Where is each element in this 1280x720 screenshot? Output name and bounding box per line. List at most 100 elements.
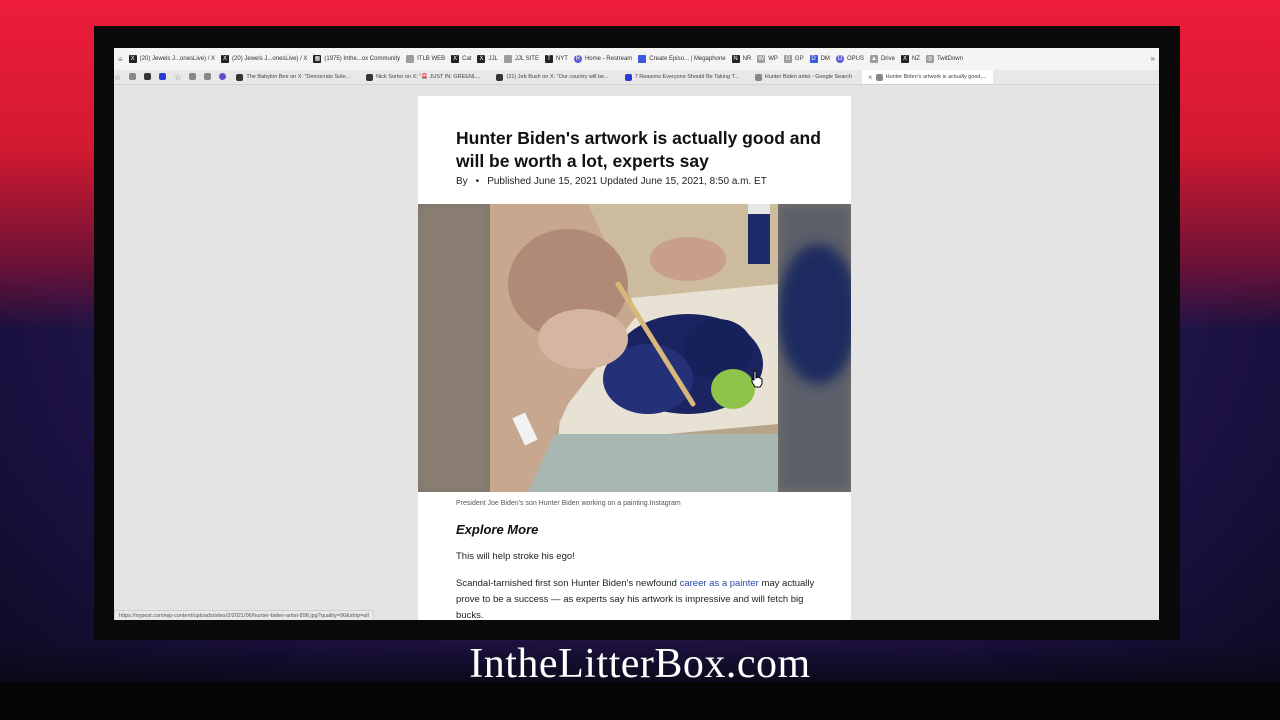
bookmark-label: NR: [742, 56, 752, 62]
tab-google-search[interactable]: Hunter Biden artist - Google Search: [749, 73, 858, 81]
bookmark-label: GP: [794, 56, 804, 62]
bookmark-item[interactable]: X (20) Jewels J...onesLive) / X: [128, 55, 216, 63]
bookmarks-overflow-icon[interactable]: »: [1151, 54, 1155, 63]
nypost-icon: [875, 73, 883, 81]
tab-label: 7 Reasons Everyone Should Be Taking T...: [634, 74, 739, 80]
bookmark-label: JJL SITE: [514, 56, 539, 62]
browser-window: ≡ X (20) Jewels J...onesLive) / X X (20) J…: [114, 48, 1159, 620]
x-icon: [496, 73, 504, 81]
bookmark-item[interactable]: Create Episo... | Megaphone: [638, 55, 726, 63]
bookmark-label: Drive: [880, 56, 895, 62]
tab-strip: ☆ ☆ The Babylon Bee on X: "Democrats Sol…: [114, 70, 1159, 85]
x-icon: X: [128, 55, 137, 63]
bookmark-item[interactable]: X (20) Jewels J...onesLive) / X: [221, 55, 307, 63]
grid-icon: ▦: [313, 55, 322, 63]
x-icon: X: [451, 55, 460, 63]
bookmark-label: DM: [820, 56, 830, 62]
bookmark-label: NZ: [911, 56, 920, 62]
tab-nick-sortor[interactable]: Nick Sortor on X: "🚨 JUST IN: GREENL...: [360, 73, 486, 81]
tab-label: Hunter Biden artist - Google Search: [764, 74, 852, 80]
bookmark-label: Create Episo... | Megaphone: [649, 56, 726, 62]
tab-label: (21) Jeb Bush on X: "Our country will be…: [506, 74, 609, 80]
bookmark-label: NYT: [555, 56, 568, 62]
tab-hunter-article[interactable]: × Hunter Biden's artwork is actually good…: [861, 70, 993, 84]
tab-label: The Babylon Bee on X: "Democrats Sole...: [246, 74, 351, 80]
star-icon[interactable]: ☆: [174, 73, 181, 82]
bookmark-label: (20) Jewels J...onesLive) / X: [232, 56, 308, 62]
bookmark-label: OPUS: [846, 56, 864, 62]
bookmark-label: (1975) Inthe...ox Community: [324, 56, 401, 62]
bookmark-label: WP: [768, 56, 778, 62]
bookmark-label: ITLB WEB: [417, 56, 446, 62]
site-watermark: IntheLitterBox.com: [469, 641, 811, 687]
mail-icon[interactable]: [189, 72, 197, 80]
cat-icon: [503, 55, 512, 63]
pinned-tabs: ☆ ☆: [114, 72, 227, 82]
globe-icon: ◎: [925, 55, 934, 63]
cat-icon: [406, 55, 415, 63]
bookmark-item[interactable]: X NZ: [900, 55, 920, 63]
x-icon[interactable]: [144, 72, 152, 80]
bookmark-item[interactable]: N NR: [731, 55, 752, 63]
bookmark-item[interactable]: R Home - Restream: [573, 55, 633, 63]
opus-icon: O: [835, 55, 844, 63]
r-icon[interactable]: [219, 72, 227, 80]
bookmark-item[interactable]: ▦ (1975) Inthe...ox Community: [313, 55, 400, 63]
image-caption: President Joe Biden's son Hunter Biden w…: [456, 500, 681, 507]
close-icon[interactable]: ×: [868, 73, 873, 82]
google-icon: [754, 73, 762, 81]
bookmark-item[interactable]: JJL SITE: [503, 55, 539, 63]
x-icon: X: [221, 55, 230, 63]
bookmark-item[interactable]: D DM: [809, 55, 830, 63]
bookmark-item[interactable]: X Cat: [451, 55, 471, 63]
drive-icon: ▲: [869, 55, 878, 63]
gp-icon[interactable]: [129, 72, 137, 80]
menu-lines-icon[interactable]: ≡: [118, 55, 123, 64]
x-icon: [366, 73, 374, 81]
tab-babylon-bee[interactable]: The Babylon Bee on X: "Democrats Sole...: [230, 73, 356, 81]
dm-icon: D: [809, 55, 818, 63]
x-icon: [236, 73, 244, 81]
bookmark-item[interactable]: G GP: [783, 55, 804, 63]
explore-more-heading: Explore More: [456, 522, 539, 537]
bookmark-label: Cat: [462, 56, 472, 62]
gray-icon[interactable]: [204, 72, 212, 80]
link-status-bar: https://nypost.com/wp-content/uploads/si…: [114, 610, 374, 620]
bookmark-item[interactable]: ITLB WEB: [406, 55, 445, 63]
star-icon[interactable]: ☆: [114, 73, 121, 82]
x-icon: X: [477, 55, 486, 63]
bookmark-label: TwitDown: [936, 56, 963, 62]
gp-icon: G: [783, 55, 792, 63]
bookmarks-bar: ≡ X (20) Jewels J...onesLive) / X X (20) J…: [114, 48, 1159, 70]
paragraph-text: Scandal-tarnished first son Hunter Biden…: [456, 578, 680, 589]
bookmark-label: Home - Restream: [584, 56, 633, 62]
tab-jeb-bush[interactable]: (21) Jeb Bush on X: "Our country will be…: [490, 73, 614, 81]
byline-separator: •: [475, 176, 480, 187]
article-headline: Hunter Biden's artwork is actually good …: [456, 128, 821, 171]
painting-photo: [418, 204, 851, 492]
hero-image[interactable]: [418, 204, 851, 492]
bookmark-label: JJL: [488, 56, 498, 62]
bookmark-item[interactable]: O OPUS: [835, 55, 864, 63]
nyt-icon: T: [544, 55, 553, 63]
t-icon[interactable]: [159, 72, 167, 80]
tab-label: Hunter Biden's artwork is actually good,…: [885, 74, 987, 80]
bookmark-item[interactable]: W WP: [757, 55, 778, 63]
tab-seven-reasons[interactable]: 7 Reasons Everyone Should Be Taking T...: [619, 73, 745, 81]
article-paragraph-1: This will help stroke his ego!: [456, 551, 575, 562]
bookmark-item[interactable]: ◎ TwitDown: [925, 55, 963, 63]
bookmark-label: (20) Jewels J...onesLive) / X: [139, 56, 216, 62]
bookmark-item[interactable]: X JJL: [477, 55, 498, 63]
tab-label: Nick Sortor on X: "🚨 JUST IN: GREENL...: [376, 74, 481, 80]
bookmark-item[interactable]: ▲ Drive: [869, 55, 895, 63]
x-icon: X: [900, 55, 909, 63]
byline-author[interactable]: By: [456, 176, 468, 187]
megaphone-icon: [638, 55, 647, 63]
article-card: Hunter Biden's artwork is actually good …: [418, 96, 851, 620]
career-link[interactable]: career as a painter: [680, 578, 759, 589]
page-icon: [624, 73, 632, 81]
restream-icon: R: [573, 55, 582, 63]
bookmark-item[interactable]: T NYT: [544, 55, 568, 63]
hand-cursor-icon: [751, 370, 763, 388]
wp-icon: W: [757, 55, 766, 63]
